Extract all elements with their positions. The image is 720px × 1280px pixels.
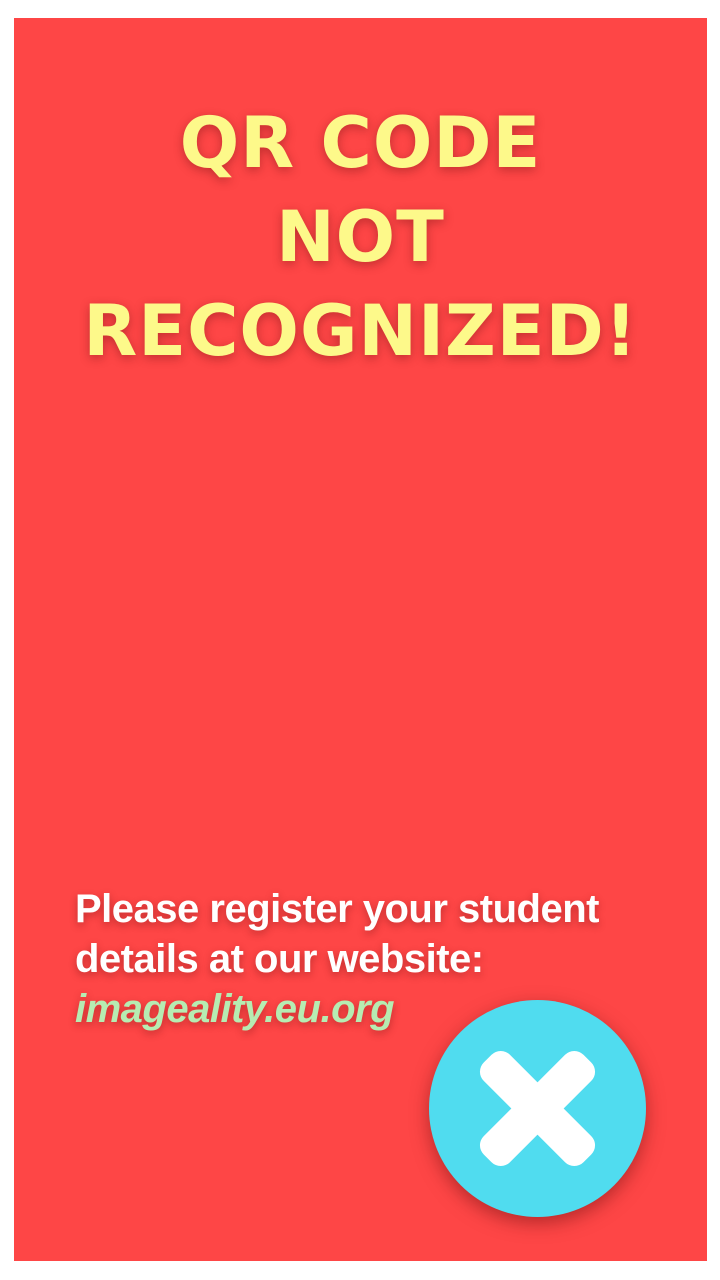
error-title-line-2: NOT: [276, 196, 445, 278]
close-button[interactable]: [429, 1000, 646, 1217]
register-message-line-1: Please register your student: [75, 887, 599, 931]
error-title: QR CODE NOT RECOGNIZED!: [14, 96, 707, 378]
error-title-line-3: RECOGNIZED!: [83, 290, 638, 372]
error-screen: QR CODE NOT RECOGNIZED! Please register …: [14, 18, 707, 1261]
close-icon: [479, 1050, 596, 1167]
register-message-line-2: details at our website:: [75, 937, 484, 981]
error-title-line-1: QR CODE: [179, 102, 542, 184]
